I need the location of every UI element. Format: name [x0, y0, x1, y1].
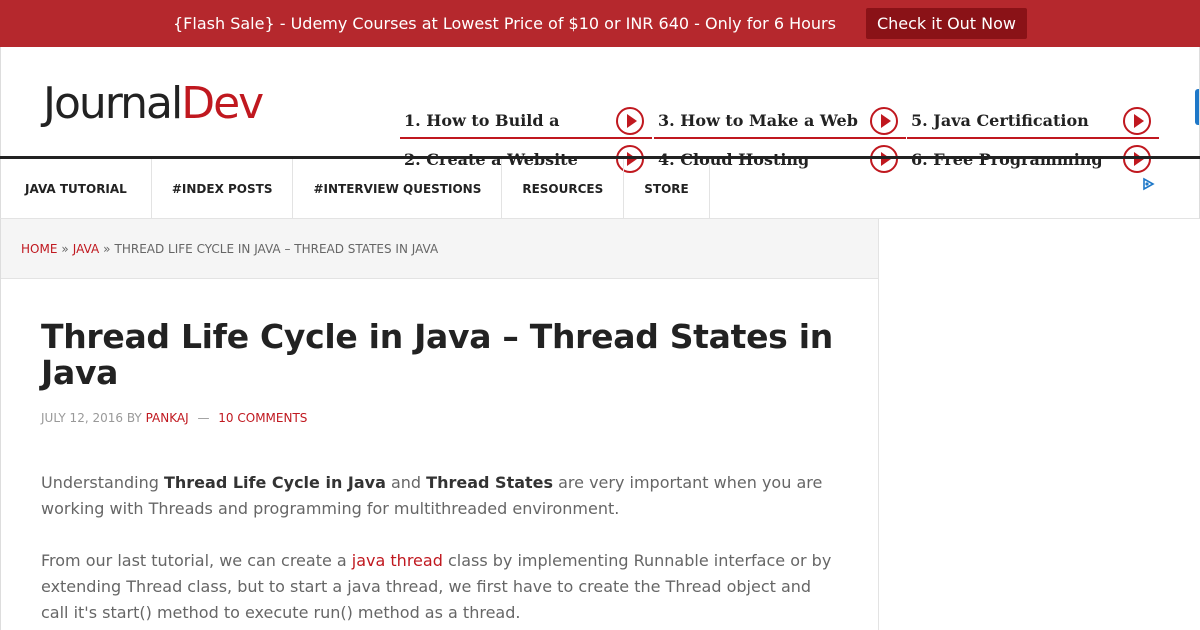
breadcrumb-current: THREAD LIFE CYCLE IN JAVA – THREAD STATE… — [114, 241, 439, 256]
breadcrumb-java-link[interactable]: JAVA — [73, 242, 99, 256]
ad-link-label: 1. How to Build a — [404, 110, 560, 130]
comments-link[interactable]: 10 COMMENTS — [218, 411, 307, 425]
ad-link-3[interactable]: 3. How to Make a Web — [654, 103, 906, 139]
play-circle-icon — [616, 107, 644, 135]
check-it-out-button[interactable]: Check it Out Now — [865, 8, 1027, 39]
ad-link-label: 5. Java Certification — [911, 110, 1089, 130]
logo-part-dev: Dev — [181, 78, 264, 129]
bold-text: Thread States — [426, 473, 554, 492]
nav-item-interview-questions[interactable]: #INTERVIEW QUESTIONS — [293, 159, 503, 218]
site-logo[interactable]: JournalDev — [43, 78, 264, 129]
bold-text: Thread Life Cycle in Java — [163, 473, 386, 492]
side-tab[interactable] — [1195, 89, 1199, 125]
article-container: HOME » JAVA » THREAD LIFE CYCLE IN JAVA … — [0, 219, 879, 630]
text-run: Understanding — [41, 473, 164, 492]
article-meta: JULY 12, 2016 BY PANKAJ — 10 COMMENTS — [41, 411, 307, 425]
flash-sale-text: {Flash Sale} - Udemy Courses at Lowest P… — [173, 14, 836, 33]
breadcrumb-home-link[interactable]: HOME — [21, 242, 57, 256]
article-paragraph-2: From our last tutorial, we can create a … — [41, 548, 841, 626]
java-thread-link[interactable]: java thread — [352, 551, 443, 570]
breadcrumb: HOME » JAVA » THREAD LIFE CYCLE IN JAVA … — [1, 219, 878, 279]
ad-link-label: 3. How to Make a Web — [658, 110, 858, 130]
article-date: JULY 12, 2016 — [41, 411, 123, 425]
main-nav: JAVA TUTORIAL #INDEX POSTS #INTERVIEW QU… — [0, 159, 1200, 219]
nav-item-store[interactable]: STORE — [624, 159, 710, 218]
play-circle-icon — [1123, 107, 1151, 135]
site-header: JournalDev 1. How to Build a 2. Create a… — [0, 47, 1200, 191]
flash-sale-banner: {Flash Sale} - Udemy Courses at Lowest P… — [0, 0, 1200, 47]
play-circle-icon — [870, 107, 898, 135]
text-run: From our last tutorial, we can create a — [41, 551, 352, 570]
meta-separator: — — [197, 411, 210, 425]
article-paragraph-1: Understanding Thread Life Cycle in Java … — [41, 470, 841, 522]
nav-item-java-tutorial[interactable]: JAVA TUTORIAL — [1, 159, 152, 218]
breadcrumb-separator: » — [103, 241, 111, 256]
article-by: BY — [126, 411, 142, 425]
ad-link-1[interactable]: 1. How to Build a — [400, 103, 652, 139]
breadcrumb-separator: » — [61, 241, 69, 256]
nav-item-index-posts[interactable]: #INDEX POSTS — [152, 159, 294, 218]
nav-item-resources[interactable]: RESOURCES — [502, 159, 625, 218]
logo-part-journal: Journal — [43, 78, 183, 129]
author-link[interactable]: PANKAJ — [146, 411, 189, 425]
article-title: Thread Life Cycle in Java – Thread State… — [41, 317, 833, 392]
ad-link-5[interactable]: 5. Java Certification — [907, 103, 1159, 139]
text-run: and — [385, 473, 427, 492]
